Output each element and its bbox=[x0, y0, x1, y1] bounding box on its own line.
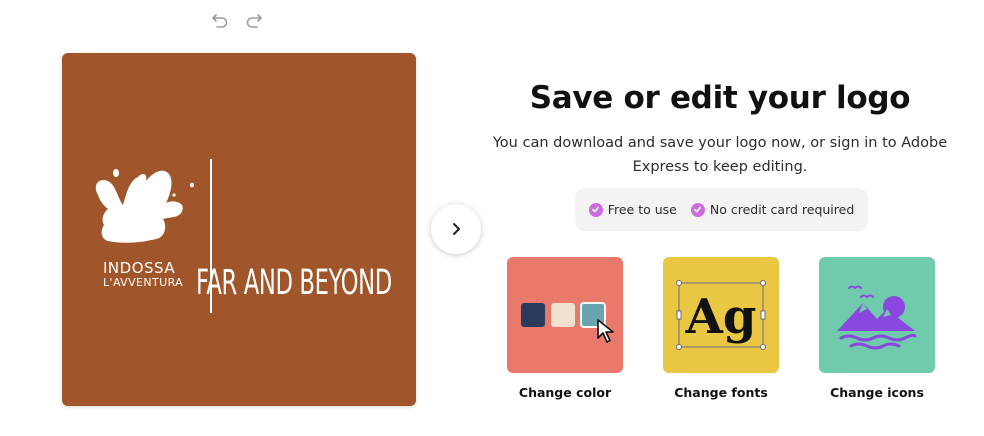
change-fonts-option[interactable]: Ag Change fonts bbox=[663, 257, 779, 400]
change-color-option[interactable]: Change color bbox=[507, 257, 623, 400]
logo-brand: INDOSSA L'AVVENTURA bbox=[103, 260, 183, 289]
logo-brand-name: INDOSSA bbox=[103, 259, 176, 277]
change-color-label: Change color bbox=[518, 385, 612, 400]
undo-icon bbox=[212, 14, 228, 28]
color-swatches-icon bbox=[521, 302, 606, 328]
cursor-icon bbox=[597, 319, 614, 343]
logo-brand-subtitle: L'AVVENTURA bbox=[103, 276, 184, 289]
page-description: You can download and save your logo now,… bbox=[492, 135, 948, 175]
mountain-icon bbox=[837, 285, 917, 350]
splash-icon bbox=[95, 169, 194, 243]
logo-tagline: FAR AND BEYOND bbox=[196, 263, 392, 303]
feature-label: Free to use bbox=[607, 202, 677, 217]
logo-preview: INDOSSA L'AVVENTURA FAR AND BEYOND bbox=[62, 53, 416, 406]
change-color-tile[interactable] bbox=[507, 257, 623, 373]
change-icons-option[interactable]: Change icons bbox=[819, 257, 935, 400]
undo-button[interactable] bbox=[209, 9, 231, 31]
page-title: Save or edit your logo bbox=[529, 80, 911, 116]
change-icons-label: Change icons bbox=[830, 385, 924, 400]
change-fonts-label: Change fonts bbox=[674, 385, 768, 400]
swatch-cream bbox=[551, 303, 575, 327]
font-sample-text: Ag bbox=[685, 289, 757, 345]
swatch-navy bbox=[521, 303, 545, 327]
feature-no-credit-card: No credit card required bbox=[690, 202, 855, 217]
history-controls bbox=[209, 9, 265, 31]
redo-icon bbox=[246, 14, 262, 28]
font-sample-icon: Ag bbox=[676, 280, 766, 350]
chevron-right-icon bbox=[453, 223, 460, 235]
check-icon bbox=[690, 202, 705, 217]
change-icons-tile[interactable] bbox=[819, 257, 935, 373]
feature-free: Free to use bbox=[588, 202, 677, 217]
feature-label: No credit card required bbox=[709, 202, 855, 217]
check-icon bbox=[588, 202, 603, 217]
redo-button[interactable] bbox=[243, 9, 265, 31]
change-fonts-tile[interactable]: Ag bbox=[663, 257, 779, 373]
features-pill: Free to use No credit card required bbox=[575, 188, 868, 231]
next-button[interactable] bbox=[431, 204, 481, 254]
